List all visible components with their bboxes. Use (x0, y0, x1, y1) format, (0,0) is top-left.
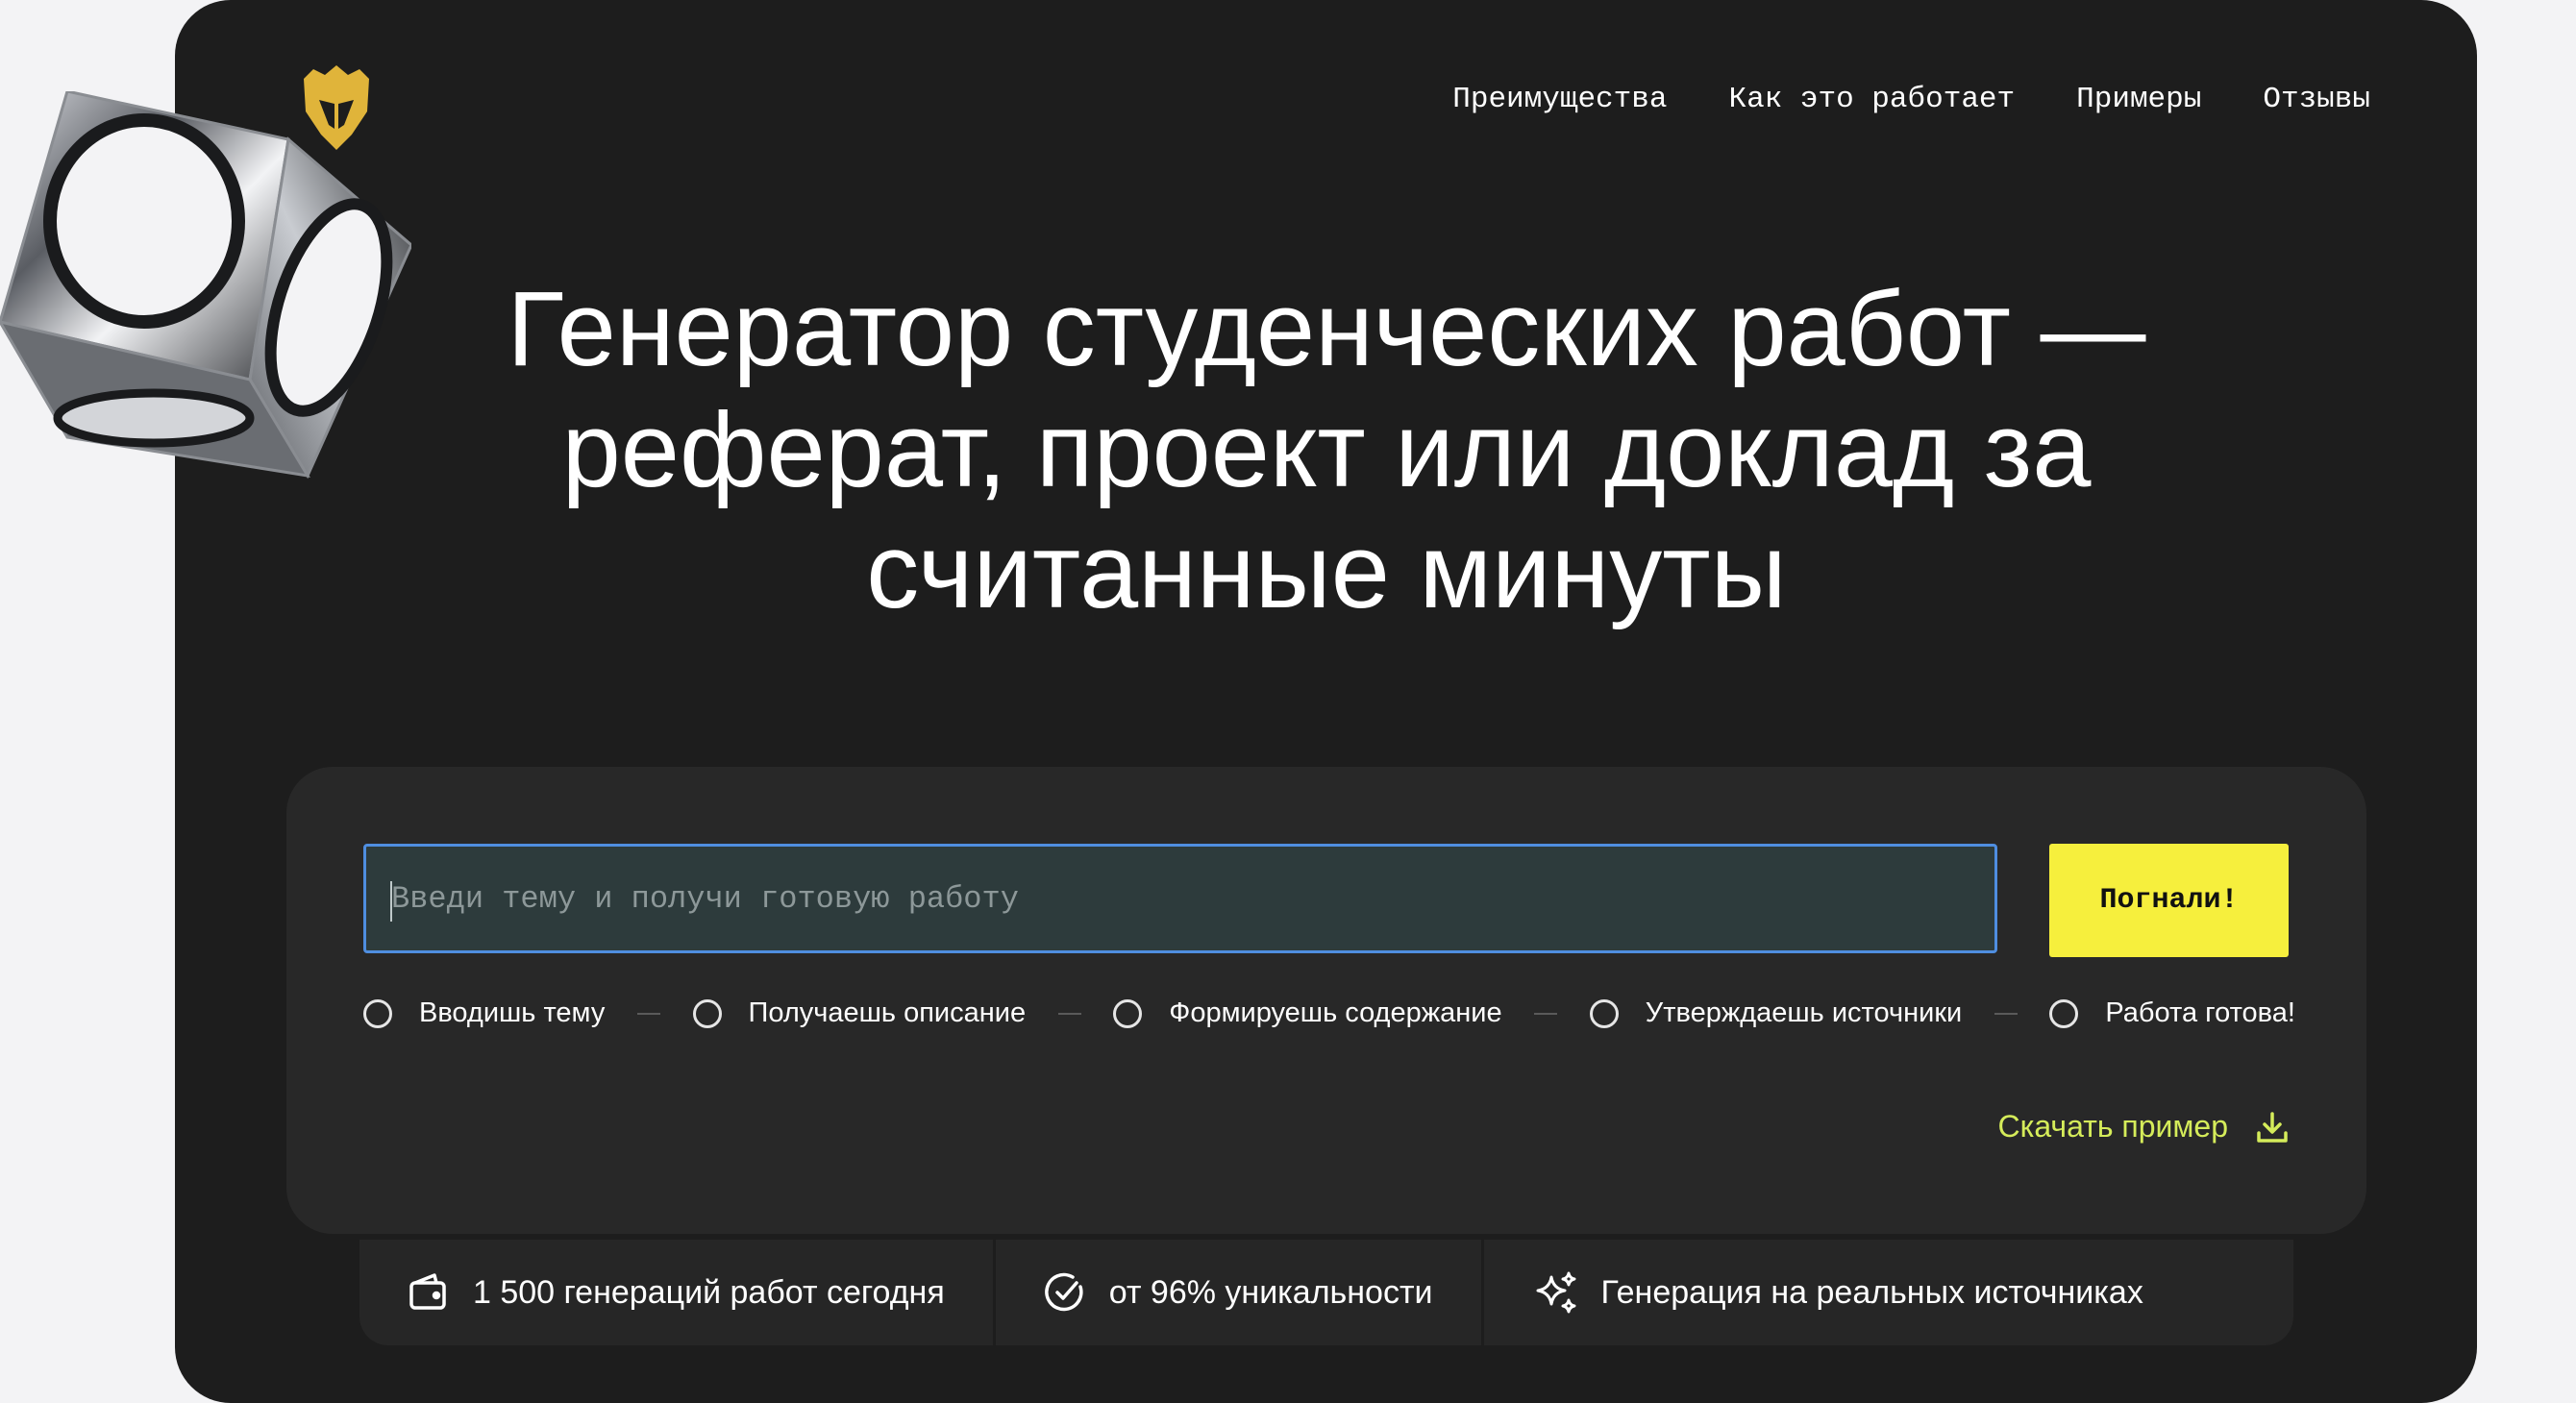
stat-text: Генерация на реальных источниках (1600, 1273, 2143, 1311)
topic-input-wrapper (363, 844, 1997, 953)
nav-how-it-works[interactable]: Как это работает (1728, 83, 2015, 116)
progress-steps: Вводишь тему Получаешь описание Формируе… (363, 997, 2295, 1029)
step-radio-icon (692, 998, 722, 1028)
step-build-contents: Формируешь содержание (1113, 997, 1502, 1029)
step-work-ready: Работа готова! (2049, 997, 2295, 1029)
helmet-logo-icon[interactable] (300, 62, 373, 154)
step-separator (1057, 1012, 1081, 1015)
step-enter-topic: Вводишь тему (363, 997, 605, 1029)
step-radio-icon (1589, 998, 1619, 1028)
download-example-link[interactable]: Скачать пример (1998, 1109, 2290, 1145)
step-label: Формируешь содержание (1169, 997, 1502, 1028)
download-example-label: Скачать пример (1997, 1109, 2228, 1144)
submit-button[interactable]: Погнали! (2049, 844, 2289, 957)
step-radio-icon (363, 998, 392, 1028)
hero-title: Генератор студенческих работ — реферат, … (370, 269, 2283, 632)
stat-real-sources: Генерация на реальных источниках (1480, 1240, 2192, 1345)
step-label: Работа готова! (2105, 997, 2295, 1028)
step-separator (636, 1012, 660, 1015)
stat-text: 1 500 генераций работ сегодня (473, 1273, 945, 1311)
step-label: Получаешь описание (748, 997, 1027, 1028)
step-separator (1994, 1012, 2018, 1015)
step-label: Утверждаешь источники (1645, 997, 1963, 1028)
hero-title-line-1: Генератор студенческих работ — (507, 270, 2146, 388)
step-separator (1534, 1012, 1558, 1015)
stat-text: от 96% уникальности (1108, 1273, 1433, 1311)
stats-bar: 1 500 генераций работ сегодня от 96% уни… (359, 1240, 2293, 1345)
stat-generations: 1 500 генераций работ сегодня (359, 1240, 993, 1345)
step-radio-icon (1113, 998, 1143, 1028)
step-get-description: Получаешь описание (692, 997, 1027, 1029)
generator-panel: Погнали! Вводишь тему Получаешь описание… (286, 767, 2366, 1234)
nav-examples[interactable]: Примеры (2076, 83, 2201, 116)
top-nav: Преимущества Как это работает Примеры От… (1452, 83, 2370, 116)
topic-input[interactable] (389, 879, 1994, 918)
download-icon (2257, 1111, 2288, 1143)
check-circle-icon (1044, 1272, 1083, 1312)
hero-title-line-3: считанные минуты (866, 512, 1787, 630)
sparkles-icon (1536, 1271, 1576, 1314)
nav-advantages[interactable]: Преимущества (1452, 83, 1667, 116)
stat-uniqueness: от 96% уникальности (992, 1240, 1481, 1345)
step-radio-icon (2049, 998, 2079, 1028)
text-cursor (390, 881, 392, 922)
step-approve-sources: Утверждаешь источники (1589, 997, 1963, 1029)
step-label: Вводишь тему (419, 997, 606, 1028)
nav-reviews[interactable]: Отзывы (2263, 83, 2370, 116)
hero-title-line-2: реферат, проект или доклад за (561, 391, 2092, 509)
wallet-icon (409, 1273, 446, 1310)
